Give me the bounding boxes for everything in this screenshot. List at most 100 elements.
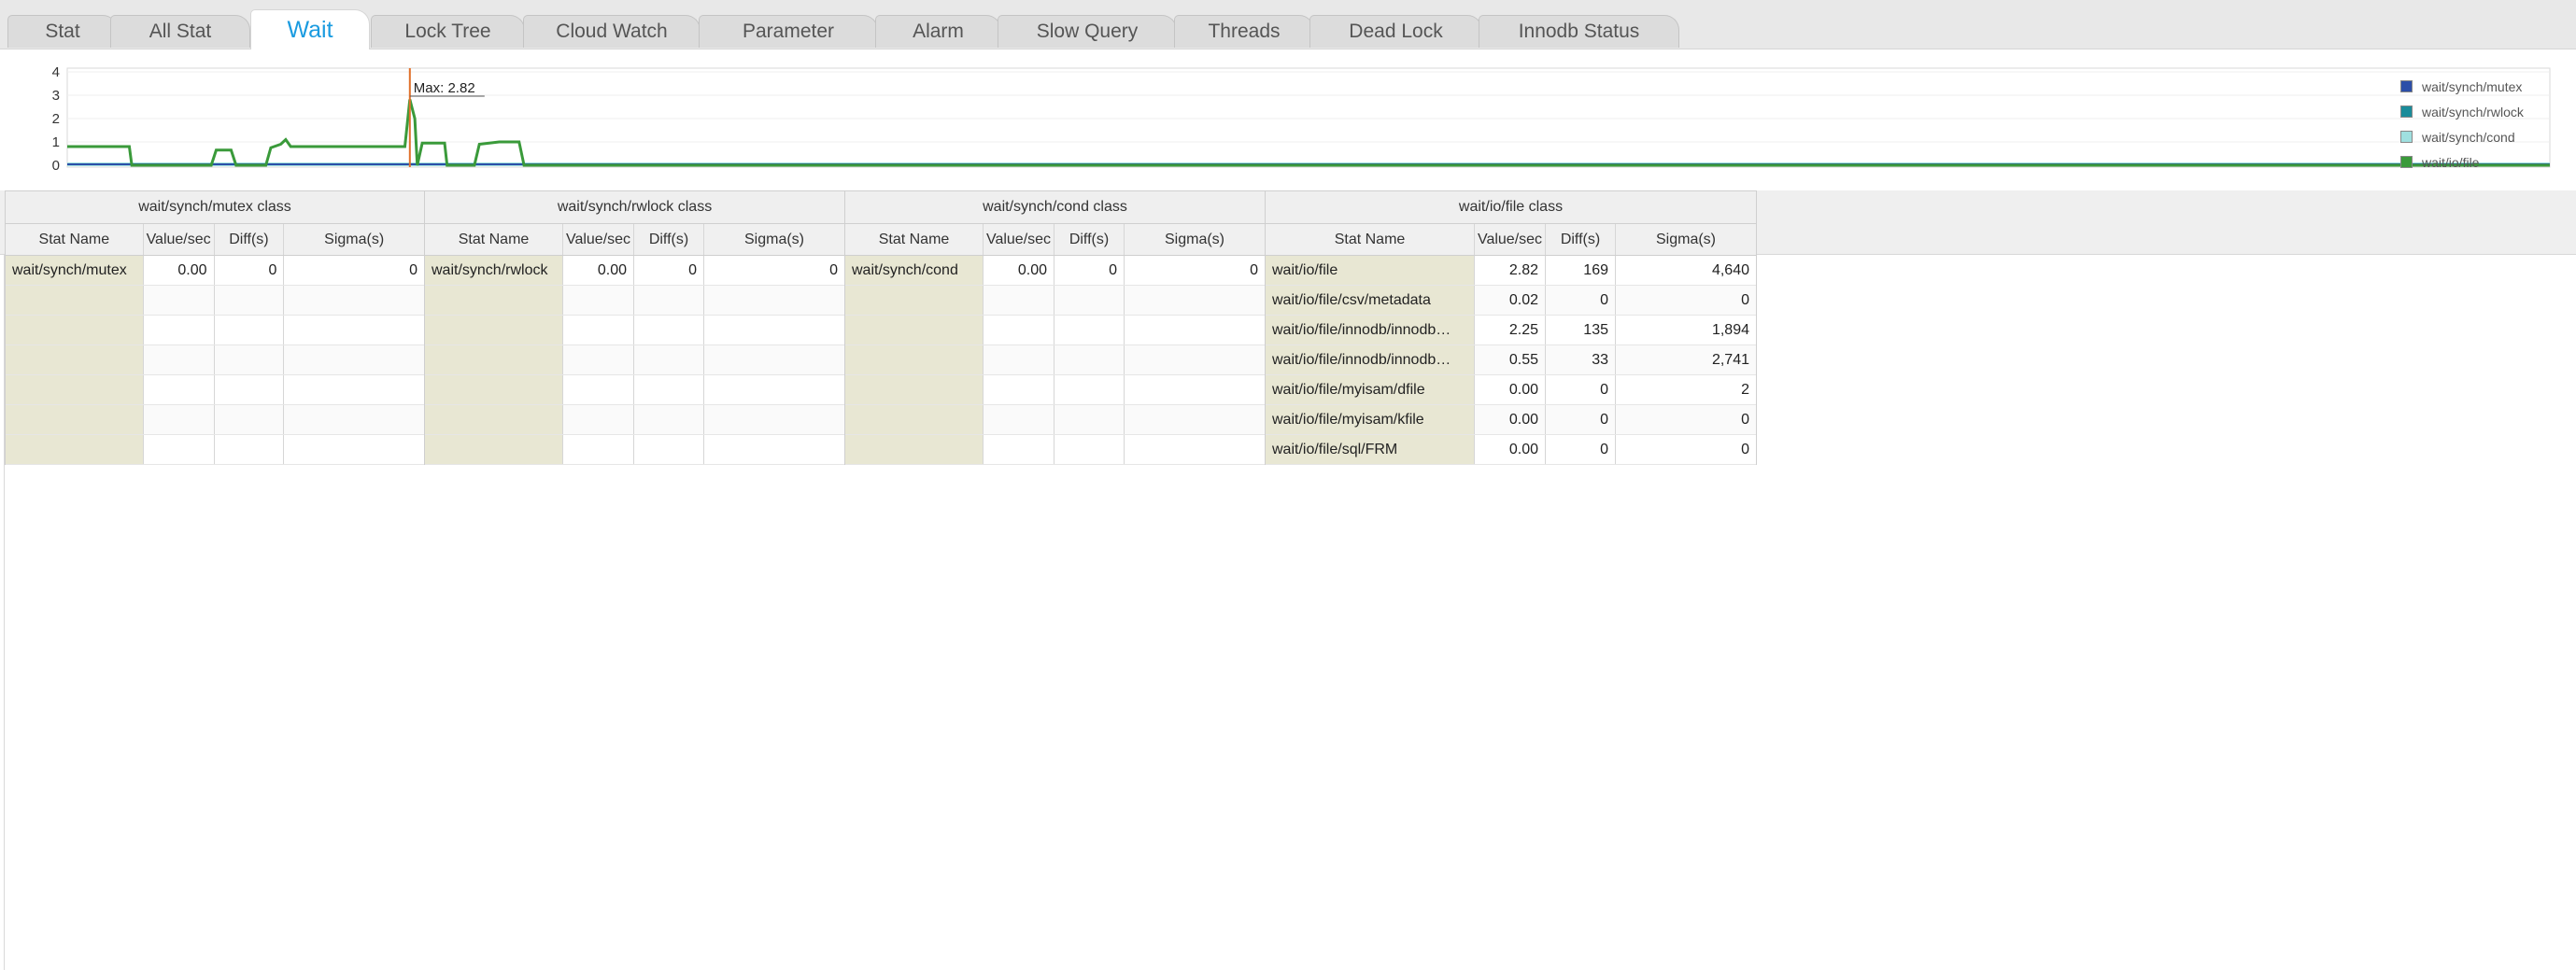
tab-slow-query[interactable]: Slow Query [998,15,1177,48]
sigma-cell [1125,316,1265,344]
stat-name-cell [845,435,984,464]
tab-stat[interactable]: Stat [7,15,118,48]
table-row[interactable]: wait/synch/rwlock 0.00 0 0 [425,256,844,286]
column-header-row: Stat Name Value/sec Diff(s) Sigma(s) [6,224,424,256]
table-row[interactable] [425,345,844,375]
panel-wait-synch-cond-class: wait/synch/cond class Stat Name Value/sec D… [845,190,1266,465]
value-header[interactable]: Value/sec [1475,224,1546,255]
value-header[interactable]: Value/sec [563,224,634,255]
diff-cell [1054,435,1125,464]
diff-header[interactable]: Diff(s) [215,224,285,255]
value-cell [144,435,215,464]
stat-name-cell: wait/synch/cond [845,256,984,285]
value-header[interactable]: Value/sec [144,224,215,255]
table-row[interactable] [425,375,844,405]
sigma-cell [704,375,844,404]
table-row[interactable] [6,405,424,435]
sigma-cell [704,435,844,464]
diff-cell: 0 [1546,435,1616,464]
table-row[interactable]: wait/io/file/sql/FRM 0.00 0 0 [1266,435,1756,465]
value-cell [144,286,215,315]
table-row[interactable]: wait/io/file/myisam/dfile 0.00 0 2 [1266,375,1756,405]
tab-wait[interactable]: Wait [250,9,370,49]
table-row[interactable] [6,435,424,465]
sigma-cell: 0 [1741,411,1749,428]
sigma-header[interactable]: Sigma(s) [1125,224,1265,255]
stat-name-cell: wait/synch/mutex [6,256,144,285]
table-row[interactable] [6,375,424,405]
table-row[interactable] [845,375,1265,405]
sigma-cell [284,345,424,374]
value-cell [563,375,634,404]
stat-name-cell [6,375,144,404]
stat-name-cell [425,286,563,315]
table-row[interactable]: wait/io/file/innodb/innodb… 0.55 33 2,741 [1266,345,1756,375]
diff-header[interactable]: Diff(s) [1546,224,1616,255]
table-row[interactable] [425,286,844,316]
table-row[interactable] [6,286,424,316]
stat-name-cell [845,375,984,404]
tab-all-stat[interactable]: All Stat [110,15,250,48]
table-row[interactable]: wait/io/file/myisam/kfile 0.00 0 0 [1266,405,1756,435]
sigma-cell: 2 [1741,381,1749,398]
value-cell [144,345,215,374]
sigma-cell [1125,375,1265,404]
table-row[interactable]: wait/io/file/innodb/innodb… 2.25 135 1,894 [1266,316,1756,345]
table-row[interactable] [845,345,1265,375]
tab-parameter[interactable]: Parameter [699,15,878,48]
tab-innodb-status[interactable]: Innodb Status [1479,15,1679,48]
panel-title: wait/synch/cond class [845,190,1265,224]
diff-cell [634,405,704,434]
table-row[interactable] [425,316,844,345]
table-row[interactable]: wait/io/file 2.82 169 4,640 [1266,256,1756,286]
legend-item[interactable]: wait/synch/rwlock [2400,99,2541,124]
tab-cloud-watch[interactable]: Cloud Watch [523,15,701,48]
diff-cell: 0 [215,256,285,285]
tab-dead-lock[interactable]: Dead Lock [1309,15,1482,48]
legend-item[interactable]: wait/synch/cond [2400,124,2541,149]
stat-name-header[interactable]: Stat Name [1266,224,1475,255]
tab-lock-tree[interactable]: Lock Tree [371,15,525,48]
sigma-cell: 0 [829,261,838,278]
stat-name-cell [6,345,144,374]
stat-name-cell [425,435,563,464]
stat-name-cell: wait/io/file [1266,256,1475,285]
tab-threads[interactable]: Threads [1174,15,1314,48]
table-row[interactable]: wait/synch/cond 0.00 0 0 [845,256,1265,286]
sigma-header[interactable]: Sigma(s) [704,224,844,255]
stat-name-header[interactable]: Stat Name [425,224,563,255]
legend-item[interactable]: wait/synch/mutex [2400,74,2541,99]
sigma-header[interactable]: Sigma(s) [284,224,424,255]
diff-header[interactable]: Diff(s) [1054,224,1125,255]
stat-name-header[interactable]: Stat Name [6,224,144,255]
value-cell: 0.00 [984,256,1054,285]
sigma-cell: 4,640 [1711,261,1749,278]
diff-header[interactable]: Diff(s) [634,224,704,255]
table-row[interactable] [845,286,1265,316]
y-tick-label: 0 [52,158,60,174]
legend-swatch [2400,131,2413,143]
sigma-cell: 1,894 [1711,321,1749,338]
value-header[interactable]: Value/sec [984,224,1054,255]
table-row[interactable] [6,316,424,345]
table-row[interactable] [425,405,844,435]
value-cell: 0.00 [1475,435,1546,464]
table-row[interactable] [6,345,424,375]
sigma-cell [704,405,844,434]
stat-name-header[interactable]: Stat Name [845,224,984,255]
value-cell [984,435,1054,464]
table-row[interactable] [845,435,1265,465]
table-row[interactable]: wait/synch/mutex 0.00 0 0 [6,256,424,286]
table-row[interactable] [845,405,1265,435]
legend-item[interactable]: wait/io/file [2400,149,2541,175]
panel-wait-synch-rwlock-class: wait/synch/rwlock class Stat Name Value/se… [425,190,845,465]
sigma-header[interactable]: Sigma(s) [1616,224,1756,255]
legend-swatch [2400,105,2413,118]
table-row[interactable]: wait/io/file/csv/metadata 0.02 0 0 [1266,286,1756,316]
tab-alarm[interactable]: Alarm [875,15,1001,48]
value-cell [984,345,1054,374]
table-row[interactable] [845,316,1265,345]
sigma-cell: 0 [409,261,418,278]
table-row[interactable] [425,435,844,465]
sigma-cell: 2,741 [1711,351,1749,368]
